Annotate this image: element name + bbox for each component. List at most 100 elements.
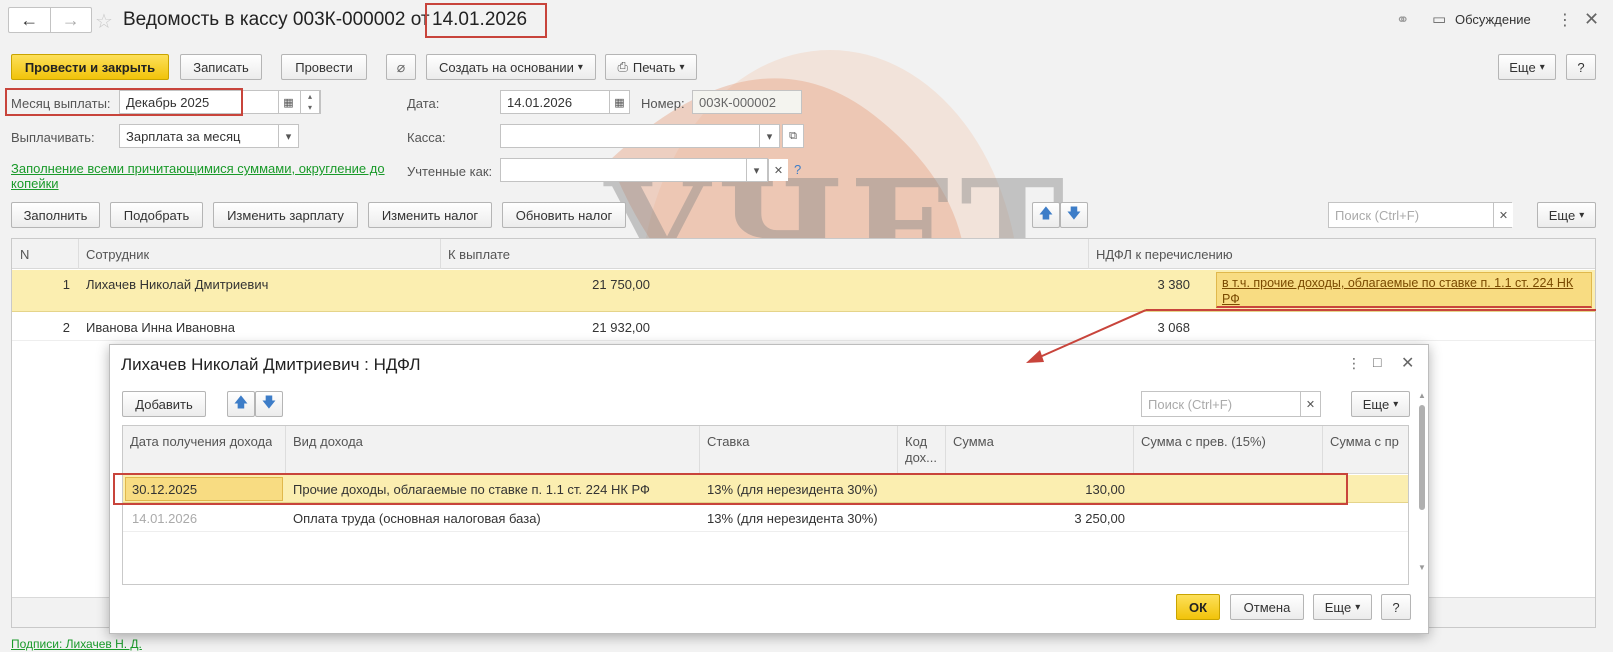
dialog-more-button[interactable]: Еще (1351, 391, 1410, 417)
arrow-up-icon: 🡅 (233, 394, 249, 410)
change-salary-button[interactable]: Изменить зарплату (213, 202, 358, 228)
col-divider (440, 239, 441, 269)
calendar-icon[interactable]: ▦ (278, 91, 298, 113)
col-divider (699, 426, 700, 474)
table-row[interactable]: 2 Иванова Инна Ивановна 21 932,00 3 068 (12, 313, 1595, 341)
table-more-label: Еще (1548, 207, 1576, 223)
dialog-table-header: Дата получения дохода Вид дохода Ставка … (123, 426, 1408, 474)
dcol-rate[interactable]: Ставка (707, 434, 750, 449)
col-amount[interactable]: К выплате (448, 247, 510, 262)
help-button[interactable]: ? (1566, 54, 1596, 80)
dialog-search-clear-icon[interactable]: ✕ (1300, 392, 1320, 416)
dcol-kind[interactable]: Вид дохода (293, 434, 363, 449)
cash-label: Касса: (407, 130, 446, 145)
attach-button[interactable]: ⌀ (386, 54, 416, 80)
refresh-tax-button[interactable]: Обновить налог (502, 202, 626, 228)
cash-open-icon[interactable]: ⧉ (782, 124, 804, 148)
print-label: Печать (632, 59, 676, 75)
col-n[interactable]: N (20, 247, 29, 262)
dialog-title: Лихачев Николай Дмитриевич : НДФЛ (121, 355, 421, 374)
discussion-button[interactable]: Обсуждение (1455, 12, 1531, 27)
ndfl-detail-link[interactable]: в т.ч. прочие доходы, облагаемые по став… (1216, 272, 1592, 308)
pay-field[interactable]: Зарплата за месяц (119, 124, 299, 148)
dcol-sum[interactable]: Сумма (953, 434, 994, 449)
fill-link[interactable]: Заполнение всеми причитающимися суммами,… (11, 161, 401, 191)
cash-dropdown-icon[interactable]: ▾ (759, 125, 779, 147)
fill-button[interactable]: Заполнить (11, 202, 100, 228)
col-ndfl[interactable]: НДФЛ к перечислению (1096, 247, 1233, 262)
page-title: Ведомость в кассу 003К-000002 от (123, 9, 430, 30)
dialog-row[interactable]: 14.01.2026 Оплата труда (основная налого… (123, 504, 1408, 532)
dialog-more-icon[interactable]: ⋮ (1347, 355, 1361, 372)
row-amount: 21 750,00 (592, 277, 650, 292)
change-tax-button[interactable]: Изменить налог (368, 202, 492, 228)
dialog-row-kind: Оплата труда (основная налоговая база) (293, 511, 541, 526)
dcol-sum15[interactable]: Сумма с прев. (15%) (1141, 434, 1266, 449)
more-vertical-icon[interactable]: ⋮ (1557, 10, 1573, 30)
dcol-code[interactable]: Код дох... (905, 434, 941, 466)
move-down-button[interactable]: 🡇 (1060, 202, 1088, 228)
dialog-row-date: 14.01.2026 (132, 511, 198, 526)
page-title-date: 14.01.2026 (432, 9, 528, 30)
dialog-ok-button[interactable]: ОК (1176, 594, 1220, 620)
scrollbar-thumb[interactable] (1419, 405, 1425, 510)
favorite-star-icon[interactable]: ☆ (95, 9, 113, 34)
table-row[interactable]: 1 Лихачев Николай Дмитриевич 21 750,00 3… (12, 270, 1595, 312)
more-button[interactable]: Еще (1498, 54, 1556, 80)
dialog-row[interactable]: 30.12.2025 Прочие доходы, облагаемые по … (123, 475, 1408, 503)
fill-link-text: Заполнение всеми причитающимися суммами,… (11, 161, 385, 191)
post-and-close-button[interactable]: Провести и закрыть (11, 54, 169, 80)
pay-value: Зарплата за месяц (126, 128, 241, 144)
dialog-add-button[interactable]: Добавить (122, 391, 206, 417)
help-question-icon[interactable]: ? (794, 162, 801, 177)
dialog-cancel-button[interactable]: Отмена (1230, 594, 1304, 620)
more-label: Еще (1509, 59, 1536, 75)
dialog-footer-more-label: Еще (1324, 599, 1352, 615)
back-arrow-icon[interactable]: ← (9, 8, 51, 32)
dcol-sum-more[interactable]: Сумма с пр (1330, 434, 1400, 449)
col-divider (78, 239, 79, 269)
paperclip-icon: ⌀ (396, 58, 406, 75)
pay-label: Выплачивать: (11, 130, 95, 145)
table-search-input[interactable]: Поиск (Ctrl+F) (1328, 202, 1512, 228)
print-button[interactable]: ⎙ Печать (605, 54, 697, 80)
pick-button[interactable]: Подобрать (110, 202, 203, 228)
dialog-maximize-icon[interactable]: □ (1373, 354, 1381, 370)
table-more-button[interactable]: Еще (1537, 202, 1596, 228)
link-icon[interactable]: ⚭ (1396, 10, 1409, 30)
dialog-footer-more-button[interactable]: Еще (1313, 594, 1372, 620)
date-calendar-icon[interactable]: ▦ (609, 91, 629, 113)
col-divider (897, 426, 898, 474)
scroll-up-icon[interactable]: ▲ (1418, 391, 1426, 400)
move-up-button[interactable]: 🡅 (1032, 202, 1060, 228)
accounted-clear-icon[interactable]: ✕ (768, 159, 788, 181)
create-based-on-button[interactable]: Создать на основании (426, 54, 596, 80)
dialog-close-icon[interactable]: ✕ (1401, 353, 1414, 373)
dialog-help-button[interactable]: ? (1381, 594, 1411, 620)
cash-field[interactable] (500, 124, 780, 148)
number-field[interactable]: 003К-000002 (692, 90, 802, 114)
accounted-field[interactable] (500, 158, 768, 182)
dialog-scrollbar[interactable]: ▲ ▼ (1418, 391, 1426, 575)
signatures-link[interactable]: Подписи: Лихачев Н. Д. (11, 637, 142, 651)
forward-arrow-icon[interactable]: → (51, 8, 92, 32)
dcol-date[interactable]: Дата получения дохода (130, 434, 272, 449)
discussion-icon[interactable]: ▭ (1432, 10, 1446, 28)
close-icon[interactable]: ✕ (1584, 9, 1599, 30)
row-employee: Иванова Инна Ивановна (86, 320, 235, 335)
dialog-move-up-button[interactable]: 🡅 (227, 391, 255, 417)
dialog-search-input[interactable]: Поиск (Ctrl+F) (1141, 391, 1321, 417)
dialog-row-rate: 13% (для нерезидента 30%) (707, 511, 878, 526)
accounted-dropdown-icon[interactable]: ▾ (746, 159, 766, 181)
pay-dropdown-icon[interactable]: ▾ (278, 125, 298, 147)
dialog-move-down-button[interactable]: 🡇 (255, 391, 283, 417)
save-button[interactable]: Записать (180, 54, 262, 80)
printer-icon: ⎙ (617, 59, 628, 74)
post-button[interactable]: Провести (281, 54, 367, 80)
row-ndfl: 3 380 (1157, 277, 1190, 292)
month-spinner[interactable]: ▴ ▾ (300, 90, 320, 114)
col-employee[interactable]: Сотрудник (86, 247, 149, 262)
accounted-label: Учтенные как: (407, 164, 493, 179)
table-search-clear-icon[interactable]: ✕ (1493, 203, 1513, 227)
scroll-down-icon[interactable]: ▼ (1418, 563, 1426, 572)
